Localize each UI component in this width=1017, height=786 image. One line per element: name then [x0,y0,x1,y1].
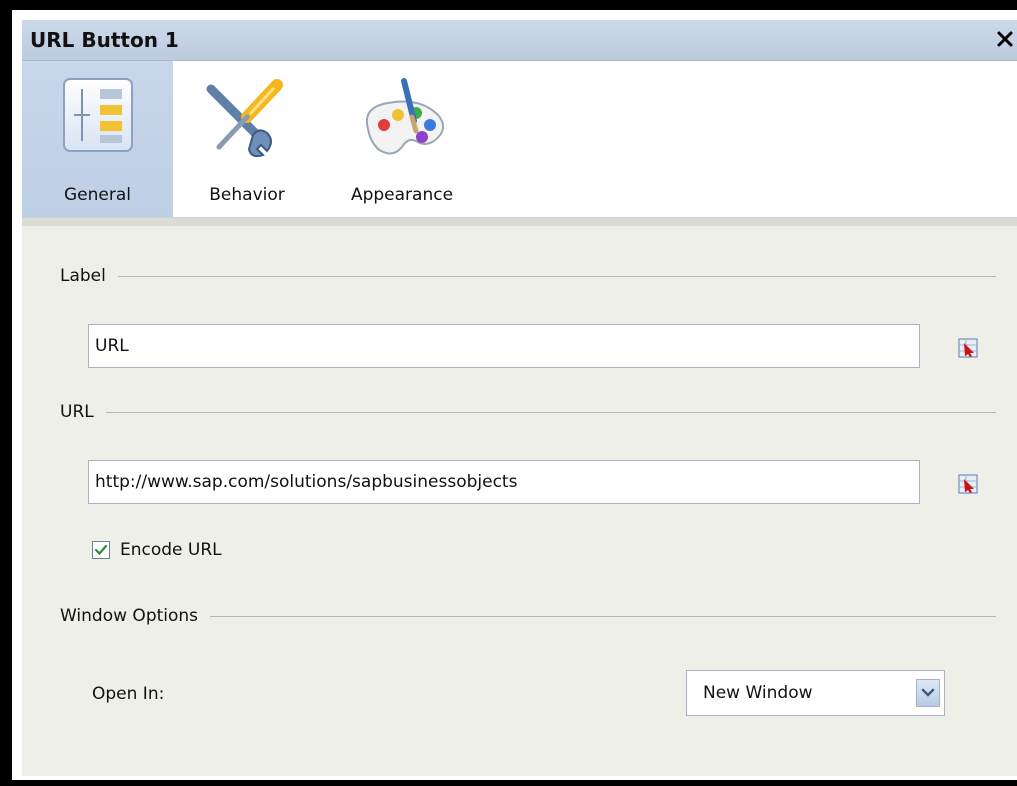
url-section-header: URL [60,402,996,422]
frame-edge-bottom [0,780,1017,786]
tab-behavior[interactable]: Behavior [187,61,307,217]
panel-title-bar: URL Button 1 [22,20,1017,61]
chevron-down-icon [921,688,935,697]
open-in-select[interactable]: New Window [686,670,945,716]
open-in-select-value: New Window [703,683,813,703]
section-divider [117,275,996,277]
label-input[interactable] [88,324,920,368]
close-icon [997,31,1013,47]
checkmark-icon [94,544,108,556]
section-divider [105,411,996,413]
url-section-title: URL [60,402,94,422]
open-in-label: Open In: [92,684,165,704]
close-button[interactable] [995,25,1015,49]
general-properties-content: Label URL URL http://www.sap.com/solutio… [22,218,1017,776]
section-divider [210,615,996,617]
tab-behavior-label: Behavior [209,185,285,205]
dropdown-arrow-button[interactable] [916,679,940,707]
encode-url-checkbox-box[interactable] [92,541,110,559]
app-window: URL Button 1 General Behavior Appearance… [0,0,1017,786]
label-section-header: Label [60,266,996,286]
tab-appearance[interactable]: Appearance [332,61,472,217]
tools-icon [201,75,291,169]
url-input[interactable] [88,460,920,504]
tab-general[interactable]: General [22,61,173,217]
bind-to-cell-icon [958,474,978,494]
frame-edge-top [0,0,1017,10]
frame-edge-left [0,0,12,786]
encode-url-checkbox[interactable]: Encode URL [92,540,222,560]
window-options-section-header: Window Options [60,606,996,626]
general-properties-icon [60,75,136,159]
tab-appearance-label: Appearance [350,185,454,205]
encode-url-label: Encode URL [120,540,222,560]
tab-bar: General Behavior Appearance [22,61,1017,218]
tab-general-label: General [64,185,131,205]
window-options-title: Window Options [60,606,199,626]
label-section-title: Label [60,266,106,286]
url-bind-button[interactable] [958,474,978,494]
palette-icon [358,77,450,167]
panel-title: URL Button 1 [30,28,179,52]
bind-to-cell-icon [958,338,978,358]
label-bind-button[interactable] [958,338,978,358]
